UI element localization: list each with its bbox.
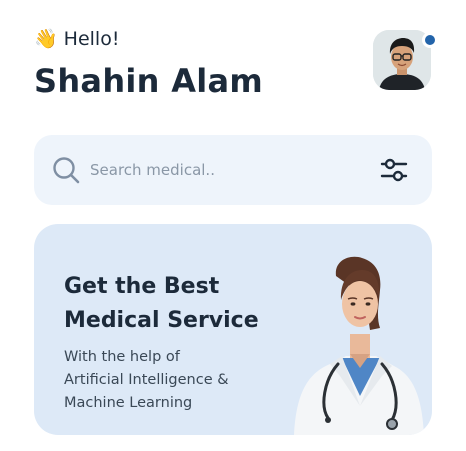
- promo-card[interactable]: Get the Best Medical Service With the he…: [34, 224, 432, 435]
- search-icon[interactable]: [52, 156, 80, 184]
- promo-title: Get the Best Medical Service: [64, 270, 294, 338]
- online-status-dot: [422, 32, 438, 48]
- female-doctor-illustration: [294, 256, 424, 435]
- waving-hand-icon: 👋: [34, 27, 58, 50]
- search-input[interactable]: [90, 157, 370, 183]
- home-screen: 👋 Hello! Shahin Alam Search medical.. Ge…: [0, 0, 466, 451]
- sliders-filter-icon[interactable]: [380, 157, 408, 183]
- promo-subtitle-line: Artificial Intelligence &: [64, 372, 229, 388]
- promo-subtitle-line: With the help of: [64, 349, 180, 365]
- user-name: Shahin Alam: [34, 62, 264, 100]
- greeting: 👋 Hello!: [34, 28, 119, 50]
- promo-title-line: Get the Best: [64, 274, 220, 299]
- greeting-text: Hello!: [63, 28, 120, 50]
- promo-subtitle: With the help of Artificial Intelligence…: [64, 346, 284, 415]
- promo-subtitle-line: Machine Learning: [64, 395, 193, 411]
- promo-title-line: Medical Service: [64, 308, 259, 333]
- search-bar[interactable]: [34, 135, 432, 205]
